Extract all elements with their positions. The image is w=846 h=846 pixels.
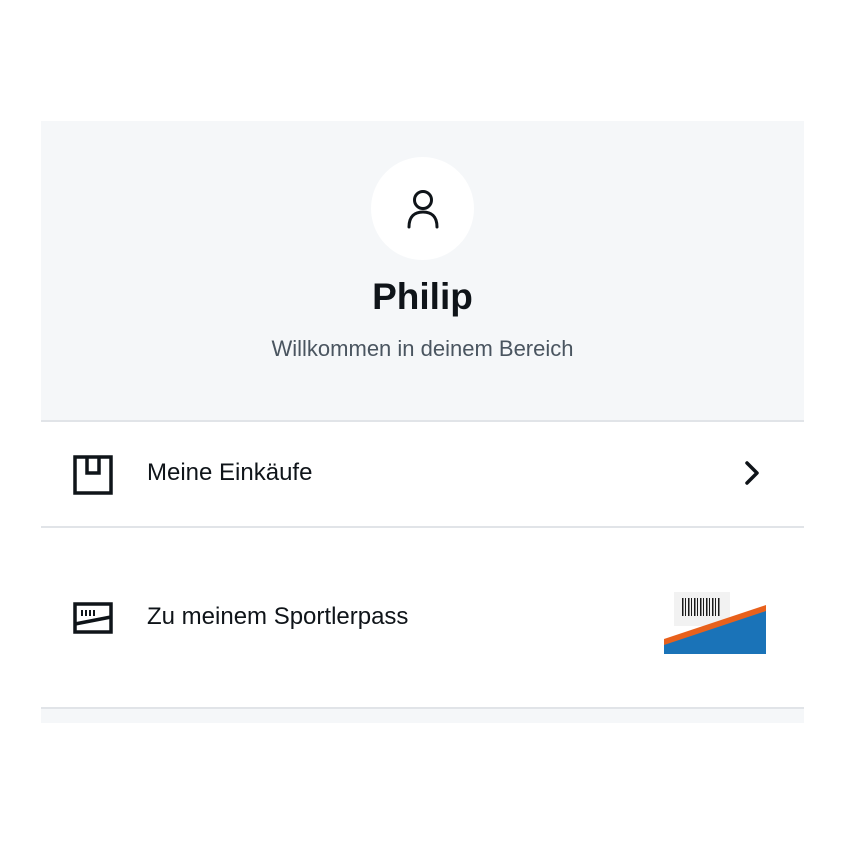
card-icon	[73, 602, 113, 634]
profile-header: Philip Willkommen in deinem Bereich	[41, 121, 804, 422]
avatar	[371, 157, 474, 260]
box-icon	[73, 455, 113, 495]
menu-item-sportlerpass[interactable]: Zu meinem Sportlerpass	[41, 528, 804, 709]
menu-item-label: Meine Einkäufe	[147, 459, 313, 486]
bottom-strip	[41, 709, 804, 723]
chevron-right-icon	[745, 461, 759, 485]
menu-item-purchases[interactable]: Meine Einkäufe	[41, 422, 804, 528]
user-name: Philip	[372, 276, 473, 317]
sportlerpass-card-image	[664, 592, 766, 654]
account-panel: Philip Willkommen in deinem Bereich Mein…	[41, 121, 804, 723]
user-icon	[407, 189, 438, 228]
menu-item-label: Zu meinem Sportlerpass	[147, 603, 409, 630]
welcome-text: Willkommen in deinem Bereich	[271, 336, 574, 361]
